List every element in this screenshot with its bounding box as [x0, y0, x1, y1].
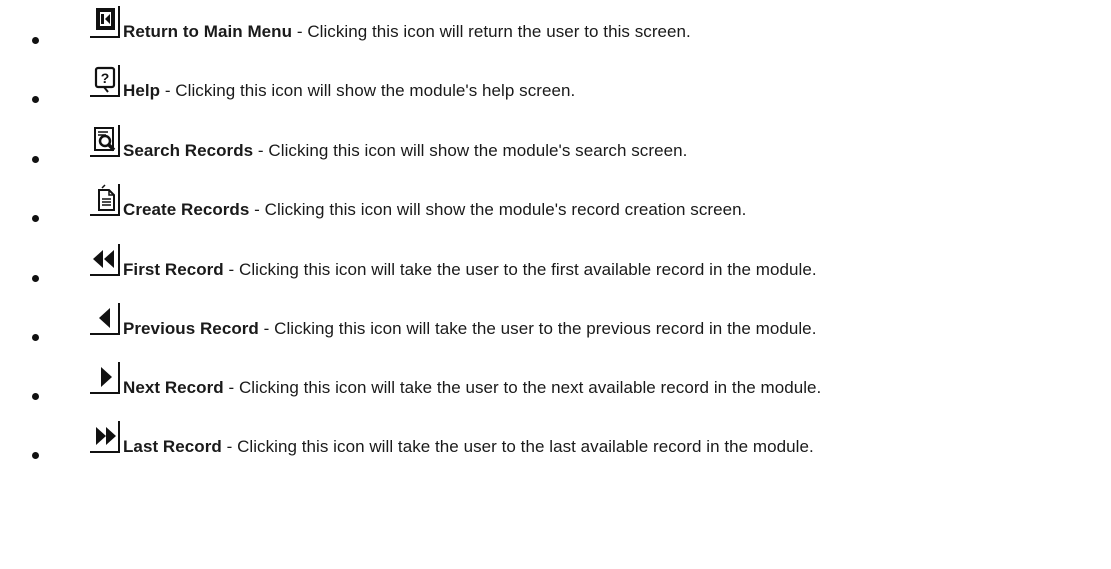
search-records-icon[interactable]: [90, 125, 122, 159]
item-name: Return to Main Menu: [123, 22, 293, 41]
item-text: Help - Clicking this icon will show the …: [123, 81, 575, 101]
item-text: Create Records - Clicking this icon will…: [123, 200, 746, 220]
item-name: First Record: [123, 260, 224, 279]
item-name: Search Records: [123, 141, 254, 160]
bullet: [32, 96, 39, 103]
list-item-first-record: First Record - Clicking this icon will t…: [0, 238, 1111, 286]
next-record-icon[interactable]: [90, 362, 122, 396]
list-item-help: ? Help - Clicking this icon will show th…: [0, 59, 1111, 107]
list-item-return-to-main-menu: Return to Main Menu - Clicking this icon…: [0, 0, 1111, 48]
item-text: Search Records - Clicking this icon will…: [123, 141, 687, 161]
item-text: Previous Record - Clicking this icon wil…: [123, 319, 816, 339]
item-name: Next Record: [123, 378, 224, 397]
last-record-icon[interactable]: [90, 421, 122, 455]
bullet: [32, 215, 39, 222]
item-description: - Clicking this icon will take the user …: [258, 319, 817, 338]
bullet: [32, 275, 39, 282]
bullet: [32, 393, 39, 400]
item-description: - Clicking this icon will show the modul…: [253, 141, 688, 160]
bullet: [32, 156, 39, 163]
svg-text:?: ?: [101, 70, 110, 86]
item-text: Next Record - Clicking this icon will ta…: [123, 378, 821, 398]
first-record-icon[interactable]: [90, 244, 122, 278]
list-item-create-records: Create Records - Clicking this icon will…: [0, 178, 1111, 226]
bullet: [32, 452, 39, 459]
item-name: Create Records: [123, 200, 250, 219]
return-to-main-menu-icon[interactable]: [90, 6, 122, 40]
item-text: First Record - Clicking this icon will t…: [123, 260, 817, 280]
list-item-previous-record: Previous Record - Clicking this icon wil…: [0, 297, 1111, 345]
bullet: [32, 334, 39, 341]
item-description: - Clicking this icon will take the user …: [221, 437, 814, 456]
item-text: Last Record - Clicking this icon will ta…: [123, 437, 814, 457]
item-description: - Clicking this icon will return the use…: [292, 22, 691, 41]
item-name: Previous Record: [123, 319, 259, 338]
item-name: Last Record: [123, 437, 222, 456]
list-item-last-record: Last Record - Clicking this icon will ta…: [0, 415, 1111, 463]
create-records-icon[interactable]: [90, 184, 122, 218]
item-text: Return to Main Menu - Clicking this icon…: [123, 22, 691, 42]
list-item-next-record: Next Record - Clicking this icon will ta…: [0, 356, 1111, 404]
previous-record-icon[interactable]: [90, 303, 122, 337]
help-icon[interactable]: ?: [90, 65, 122, 99]
item-description: - Clicking this icon will take the user …: [223, 260, 817, 279]
bullet: [32, 37, 39, 44]
item-description: - Clicking this icon will take the user …: [223, 378, 822, 397]
item-name: Help: [123, 81, 161, 100]
item-description: - Clicking this icon will show the modul…: [160, 81, 576, 100]
list-item-search-records: Search Records - Clicking this icon will…: [0, 119, 1111, 167]
item-description: - Clicking this icon will show the modul…: [249, 200, 747, 219]
